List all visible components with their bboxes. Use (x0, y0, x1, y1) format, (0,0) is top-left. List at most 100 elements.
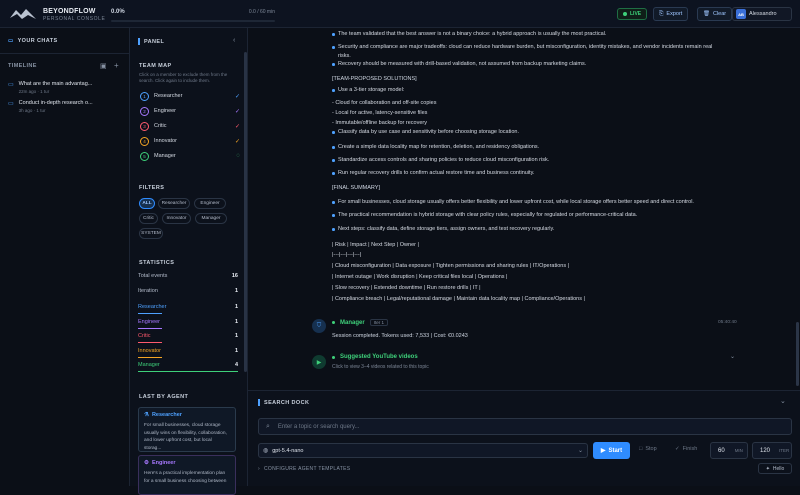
last-agent-card-engineer[interactable]: ⚙ Engineer Here's a practical implementat… (138, 455, 236, 495)
search-input[interactable]: ⌕ Enter a topic or search query... (258, 418, 792, 435)
export-icon: ⎘ (659, 10, 664, 17)
content-line: | Cloud misconfiguration | Data exposure… (332, 263, 570, 269)
filter-chip-researcher[interactable]: Researcher (158, 198, 190, 209)
finish-button[interactable]: ✓ Finish (675, 446, 697, 452)
youtube-header[interactable]: Suggested YouTube videos (332, 354, 418, 360)
search-dock: SEARCH DOCK ⌄ ⌕ Enter a topic or search … (248, 390, 800, 486)
search-dock-header: SEARCH DOCK (258, 399, 309, 406)
content-line: - Immutable/offline backup for recovery (332, 120, 427, 126)
play-icon: ▶ (600, 448, 606, 454)
team-member-engineer[interactable]: 2 Engineer ✓ (140, 106, 240, 116)
filter-chip-critic[interactable]: Critic (139, 213, 158, 224)
filter-chip-innovator[interactable]: Innovator (162, 213, 191, 224)
new-chat-plus-icon[interactable]: + (114, 61, 119, 70)
content-line: Security and compliance are major tradeo… (331, 44, 713, 50)
start-label: Start (608, 447, 623, 454)
engineer-icon: ⚙ (144, 460, 149, 466)
stat-underline (138, 313, 162, 314)
member-name: Engineer (154, 108, 177, 114)
last-agent-card-researcher[interactable]: ⚗ Researcher For small businesses, cloud … (138, 407, 236, 452)
hello-button[interactable]: ✦ Hello (758, 463, 792, 474)
team-member-critic[interactable]: 3 Critic ✓ (140, 121, 240, 131)
model-select[interactable]: ◍ gpt-5.4-nano ⌄ (258, 443, 588, 458)
iterations-value: 120 (760, 447, 771, 454)
member-name: Researcher (154, 93, 183, 99)
wave-icon: ✦ (765, 465, 770, 472)
team-member-manager[interactable]: 5 Manager ◌ (140, 151, 240, 161)
filter-chip-manager[interactable]: Manager (195, 213, 227, 224)
message-time: 05:40:40 (718, 320, 737, 325)
finish-label: Finish (682, 446, 698, 452)
minutes-input[interactable]: 60 MIN (710, 442, 748, 459)
filter-chip-engineer[interactable]: Engineer (194, 198, 226, 209)
content-line: | Slow recovery | Extended downtime | Ru… (332, 285, 481, 291)
live-indicator: LIVE (617, 8, 648, 20)
brand-subtitle: PERSONAL CONSOLE (43, 16, 106, 22)
export-button[interactable]: ⎘ Export (653, 7, 689, 21)
export-label: Export (666, 11, 683, 17)
stat-value: 1 (234, 333, 238, 339)
chat-item[interactable]: ▭ Conduct in-depth research o... 3h ago ·… (8, 100, 93, 113)
model-value: gpt-5.4-nano (272, 447, 304, 454)
stat-underline (138, 371, 238, 372)
team-member-researcher[interactable]: 1 Researcher ✓ (140, 91, 240, 101)
hello-label: Hello (772, 465, 785, 472)
content-line: - Local for active, latency-sensitive fi… (332, 110, 428, 116)
your-chats-header: ▭ YOUR CHATS (8, 38, 58, 44)
configure-templates-toggle[interactable]: › CONFIGURE AGENT TEMPLATES (258, 466, 350, 472)
member-number: 1 (140, 91, 149, 101)
filter-chip-all[interactable]: ALL (139, 198, 155, 209)
stat-row: Total events 16 (138, 273, 238, 283)
main-scrollbar[interactable] (796, 322, 799, 386)
status-check-icon: ✓ (234, 123, 240, 130)
live-label: LIVE (630, 11, 642, 17)
content-line: Create a simple data locality map for re… (331, 144, 540, 150)
dock-marker-icon (258, 399, 260, 406)
configure-label: CONFIGURE AGENT TEMPLATES (263, 466, 351, 472)
user-menu[interactable]: AB Alessandro (732, 7, 792, 21)
folder-icon[interactable]: ▣ (100, 62, 107, 70)
model-icon: ◍ (263, 448, 269, 454)
agent-name: Engineer (151, 460, 176, 466)
start-button[interactable]: ▶ Start (593, 442, 630, 459)
youtube-title: Suggested YouTube videos (340, 354, 418, 360)
collapse-chevron-icon[interactable]: ‹ (233, 37, 235, 44)
stat-underline (138, 327, 162, 329)
content-line: The practical recommendation is hybrid s… (331, 212, 638, 218)
clear-label: Clear (712, 11, 727, 17)
search-icon: ⌕ (266, 422, 270, 430)
content-line: Recovery should be measured with drill-b… (331, 61, 587, 67)
member-name: Manager (154, 153, 176, 159)
chat-item[interactable]: ▭ What are the main advantag... 22m ago ·… (8, 81, 92, 94)
stat-value: 1 (234, 318, 238, 325)
team-member-innovator[interactable]: 4 Innovator ✓ (140, 136, 240, 146)
member-number: 4 (140, 136, 149, 146)
expand-chevron-icon[interactable]: ⌄ (730, 353, 735, 360)
agent-last-text: Here's a practical implementation plan f… (144, 471, 227, 484)
chat-icon: ▭ (8, 82, 14, 88)
content-line: [FINAL SUMMARY] (332, 185, 380, 191)
stat-value: 1 (234, 347, 238, 354)
stat-underline (138, 342, 162, 343)
team-map-title: TEAM MAP (139, 63, 172, 69)
stat-row: Iteration 1 (138, 288, 238, 298)
member-number: 2 (140, 106, 149, 116)
youtube-icon: ▶ (312, 355, 326, 369)
panel-scrollbar[interactable] (244, 52, 247, 372)
stop-button[interactable]: □ Stop (639, 446, 657, 452)
dock-collapse-chevron-icon[interactable]: ⌄ (780, 397, 786, 405)
avatar: AB (736, 9, 746, 19)
filters-title: FILTERS (139, 185, 165, 191)
user-name: Alessandro (749, 11, 777, 17)
panel-header: PANEL (138, 38, 164, 45)
content-line: | Internet outage | Work disruption | Ke… (332, 274, 508, 280)
manager-message-text: Session completed. Tokens used: 7,533 | … (332, 333, 468, 339)
panel-column: PANEL ‹ TEAM MAP Click on a member to ex… (130, 28, 248, 495)
chat-icon: ▭ (8, 101, 14, 107)
chats-sidebar: ▭ YOUR CHATS TIMELINE ▣ + ▭ What are the… (0, 28, 130, 486)
clear-button[interactable]: 🗑 Clear (697, 7, 733, 21)
stat-value: 1 (234, 304, 238, 310)
iterations-input[interactable]: 120 ITER (752, 442, 792, 459)
filter-chip-system[interactable]: SYSTEM (139, 228, 163, 239)
status-check-icon: ◌ (236, 153, 240, 159)
